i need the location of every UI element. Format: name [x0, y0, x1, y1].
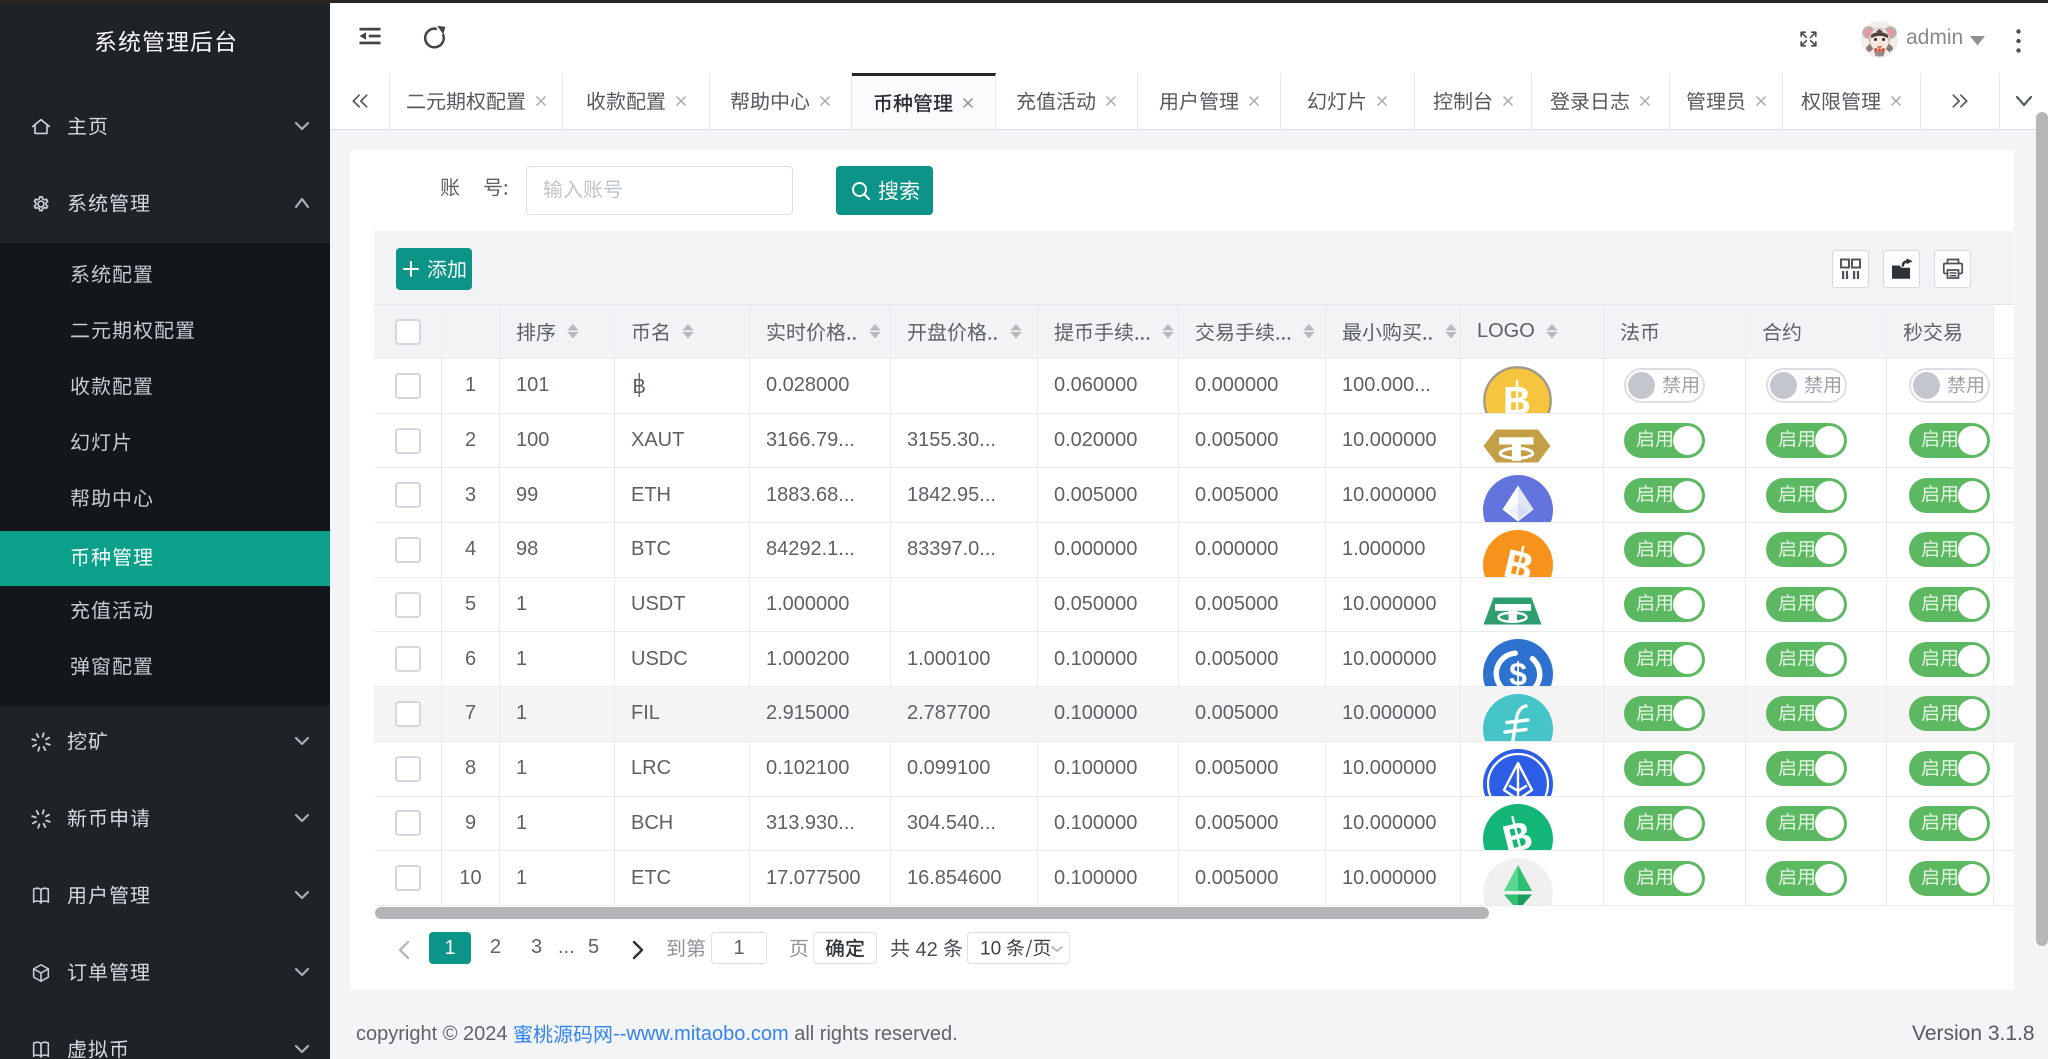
- svg-text:$: $: [1509, 656, 1527, 686]
